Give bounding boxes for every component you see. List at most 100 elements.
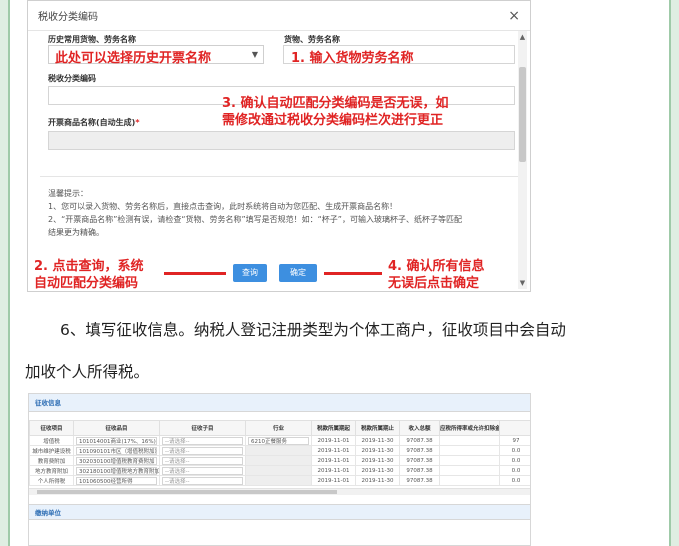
table-row: 个人所得税 101060500经营所得 --请选择-- 2019-11-01 2019-… xyxy=(29,475,530,486)
section2-title: 缴纳单位 xyxy=(29,504,530,520)
history-name-select[interactable]: 此处可以选择历史开票名称 ▼ xyxy=(48,45,264,66)
column-header xyxy=(499,420,530,436)
cell-select[interactable]: --请选择-- xyxy=(162,476,243,485)
table-cell: 教育费附加 xyxy=(29,455,74,466)
table-cell: 0.0 xyxy=(499,455,530,466)
label-invoice-name: 开票商品名称(自动生成)* xyxy=(48,117,140,128)
table-row: 增值税 101014001商业(17%、16%) --请选择-- 6210正餐服务 20… xyxy=(29,435,530,446)
column-header: 征收品目 xyxy=(73,420,160,436)
table-cell: 2019-11-01 xyxy=(311,475,356,486)
dialog-scrollbar[interactable]: ▲ ▼ xyxy=(518,31,527,289)
column-header: 应税所得率或允许扣除金额 xyxy=(439,420,500,436)
levy-table: 征收项目 征收品目 征收子目 行业 税款所属期起 税款所属期止 收入总额 应税所… xyxy=(29,420,530,486)
cell-select[interactable]: 101014001商业(17%、16%) xyxy=(76,436,157,445)
cell-select[interactable]: --请选择-- xyxy=(162,466,243,475)
annotation-goods-input: 1. 输入货物劳务名称 xyxy=(291,51,414,66)
label-invoice-name-text: 开票商品名称(自动生成) xyxy=(48,118,136,127)
close-icon[interactable]: × xyxy=(508,8,520,24)
table-cell: 个人所得税 xyxy=(29,475,74,486)
table-cell: 2019-11-01 xyxy=(311,465,356,476)
cell-select[interactable]: --请选择-- xyxy=(162,456,243,465)
table-cell: 2019-11-01 xyxy=(311,455,356,466)
annotation-confirm-1: 4. 确认所有信息 xyxy=(388,259,485,274)
annotation-confirm-code-1: 3. 确认自动匹配分类编码是否无误，如 xyxy=(222,96,449,111)
annotation-confirm-2: 无误后点击确定 xyxy=(388,276,480,291)
arrow-to-confirm xyxy=(324,272,382,275)
required-mark: * xyxy=(135,118,140,127)
table-cell: 2019-11-30 xyxy=(355,455,400,466)
table-cell: 地方教育附加 xyxy=(29,465,74,476)
chevron-down-icon: ▼ xyxy=(251,50,258,59)
table-cell[interactable]: 101090101市区（增值税附加） xyxy=(73,445,160,456)
table-cell: 2019-11-30 xyxy=(355,465,400,476)
table-cell[interactable]: --请选择-- xyxy=(159,475,246,486)
cell-select[interactable]: 302180100增值税地方教育附加 xyxy=(76,466,159,475)
table-cell[interactable] xyxy=(245,475,312,486)
column-header: 征收项目 xyxy=(29,420,74,436)
table-cell: 97087.38 xyxy=(399,435,440,446)
scroll-down-icon[interactable]: ▼ xyxy=(518,279,527,287)
cell-select[interactable]: 302030100增值税教育费附加 xyxy=(76,456,157,465)
table-cell[interactable]: 101060500经营所得 xyxy=(73,475,160,486)
table-header-row: 征收项目 征收品目 征收子目 行业 税款所属期起 税款所属期止 收入总额 应税所… xyxy=(29,420,530,436)
table-cell: 城市维护建设税 xyxy=(29,445,74,456)
cell-select[interactable]: 101090101市区（增值税附加） xyxy=(76,446,159,455)
tips-box: 温馨提示： 1、您可以录入货物、劳务名称后，直接点击查询，此时系统将自动为您匹配… xyxy=(40,176,518,242)
scrollbar-thumb[interactable] xyxy=(519,67,526,162)
table-cell[interactable] xyxy=(245,465,312,476)
arrow-to-query xyxy=(164,272,226,275)
section-title: 征收信息 xyxy=(29,394,530,412)
table-cell: 2019-11-01 xyxy=(311,445,356,456)
cell-select[interactable]: --请选择-- xyxy=(162,436,243,445)
table-cell: 2019-11-30 xyxy=(355,445,400,456)
table-cell xyxy=(439,455,500,466)
annotation-click-query-2: 自动匹配分类编码 xyxy=(34,276,139,291)
table-row: 城市维护建设税 101090101市区（增值税附加） --请选择-- 2019-11-… xyxy=(29,445,530,456)
table-cell[interactable]: 6210正餐服务 xyxy=(245,435,312,446)
confirm-button[interactable]: 确定 xyxy=(279,264,317,282)
table-cell: 0.0 xyxy=(499,465,530,476)
annotation-history-select: 此处可以选择历史开票名称 xyxy=(55,51,212,66)
table-cell xyxy=(439,475,500,486)
table-scrollbar-thumb[interactable] xyxy=(37,490,337,494)
label-goods-name: 货物、劳务名称 xyxy=(284,35,340,44)
table-scrollbar[interactable] xyxy=(29,488,530,495)
table-cell[interactable] xyxy=(245,445,312,456)
right-frame-line xyxy=(669,0,671,546)
table-cell[interactable]: --请选择-- xyxy=(159,445,246,456)
cell-select[interactable]: 101060500经营所得 xyxy=(76,476,157,485)
label-tax-code: 税收分类编码 xyxy=(48,74,96,83)
table-cell[interactable]: 302030100增值税教育费附加 xyxy=(73,455,160,466)
table-cell: 2019-11-01 xyxy=(311,435,356,446)
column-header: 征收子目 xyxy=(159,420,246,436)
table-cell[interactable] xyxy=(245,455,312,466)
tips-line-2: 2、“开票商品名称”检测有误，请检查“货物、劳务名称”填写是否规范！如：“杯子”… xyxy=(48,215,462,224)
goods-name-input[interactable]: 1. 输入货物劳务名称 xyxy=(283,45,515,66)
table-cell: 97087.38 xyxy=(399,475,440,486)
table-cell: 0.0 xyxy=(499,475,530,486)
levy-info-panel: 征收信息 征收项目 征收品目 征收子目 行业 税款所属期起 税款所属期止 收入总… xyxy=(28,393,531,546)
label-history-names: 历史常用货物、劳务名称 xyxy=(48,35,136,44)
tips-line-3: 结果更为精确。 xyxy=(48,228,104,237)
table-cell[interactable]: 302180100增值税地方教育附加 xyxy=(73,465,160,476)
table-cell: 97087.38 xyxy=(399,445,440,456)
table-cell: 增值税 xyxy=(29,435,74,446)
table-row: 地方教育附加 302180100增值税地方教育附加 --请选择-- 2019-11-0… xyxy=(29,465,530,476)
table-cell[interactable]: --请选择-- xyxy=(159,435,246,446)
invoice-name-field xyxy=(48,131,515,150)
table-cell[interactable]: --请选择-- xyxy=(159,455,246,466)
tips-line-1: 1、您可以录入货物、劳务名称后，直接点击查询，此时系统将自动为您匹配、生成开票商… xyxy=(48,202,398,211)
paragraph-line-1: 6、填写征收信息。纳税人登记注册类型为个体工商户，征收项目中会自动 xyxy=(60,321,566,339)
tips-title: 温馨提示： xyxy=(48,189,88,198)
table-cell[interactable]: 101014001商业(17%、16%) xyxy=(73,435,160,446)
column-header: 税款所属期起 xyxy=(311,420,356,436)
cell-select[interactable]: --请选择-- xyxy=(162,446,243,455)
annotation-click-query-1: 2. 点击查询，系统 xyxy=(34,259,144,274)
scroll-up-icon[interactable]: ▲ xyxy=(518,33,527,41)
table-cell[interactable]: --请选择-- xyxy=(159,465,246,476)
cell-select[interactable]: 6210正餐服务 xyxy=(248,436,309,445)
query-button[interactable]: 查询 xyxy=(233,264,267,282)
paragraph-line-2: 加收个人所得税。 xyxy=(25,363,150,381)
table-cell xyxy=(439,435,500,446)
dialog-header: 税收分类编码 × xyxy=(28,1,530,31)
